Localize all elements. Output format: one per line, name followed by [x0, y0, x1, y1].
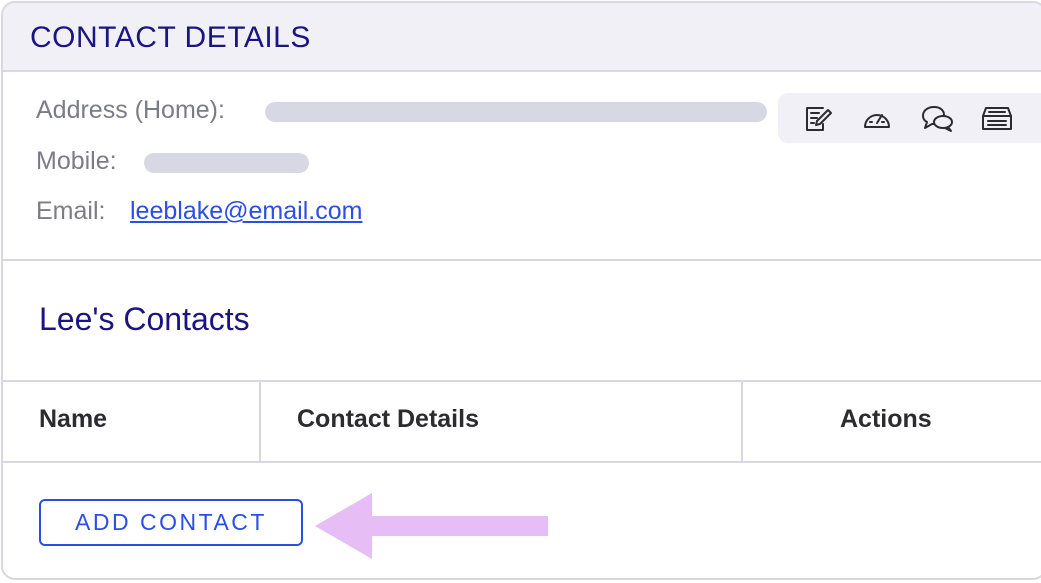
notes-icon[interactable] — [800, 101, 834, 135]
contacts-section-title: Lee's Contacts — [39, 301, 250, 337]
column-separator — [741, 381, 743, 463]
contact-details-card: CONTACT DETAILS Address (Home): Mobile: … — [1, 1, 1041, 580]
section-divider — [3, 259, 1041, 261]
card-header: CONTACT DETAILS — [3, 3, 1041, 72]
table-header-bottom-border — [3, 461, 1041, 463]
email-label: Email: — [36, 197, 106, 225]
mobile-label: Mobile: — [36, 147, 117, 175]
column-separator — [259, 381, 261, 463]
annotation-arrow-icon — [315, 493, 548, 559]
dashboard-icon[interactable] — [860, 101, 894, 135]
mobile-redacted-value — [144, 153, 309, 173]
column-header-actions[interactable]: Actions — [840, 405, 932, 434]
column-header-contact-details[interactable]: Contact Details — [297, 405, 479, 434]
column-header-name[interactable]: Name — [39, 405, 107, 434]
email-link[interactable]: leeblake@email.com — [130, 197, 362, 226]
card-title: CONTACT DETAILS — [30, 21, 311, 54]
add-contact-button[interactable]: ADD CONTACT — [39, 499, 303, 546]
address-label: Address (Home): — [36, 96, 225, 124]
chat-icon[interactable] — [920, 101, 954, 135]
action-toolbar — [778, 93, 1041, 143]
address-redacted-value — [265, 102, 767, 122]
archive-icon[interactable] — [980, 101, 1014, 135]
table-top-border — [3, 380, 1041, 382]
